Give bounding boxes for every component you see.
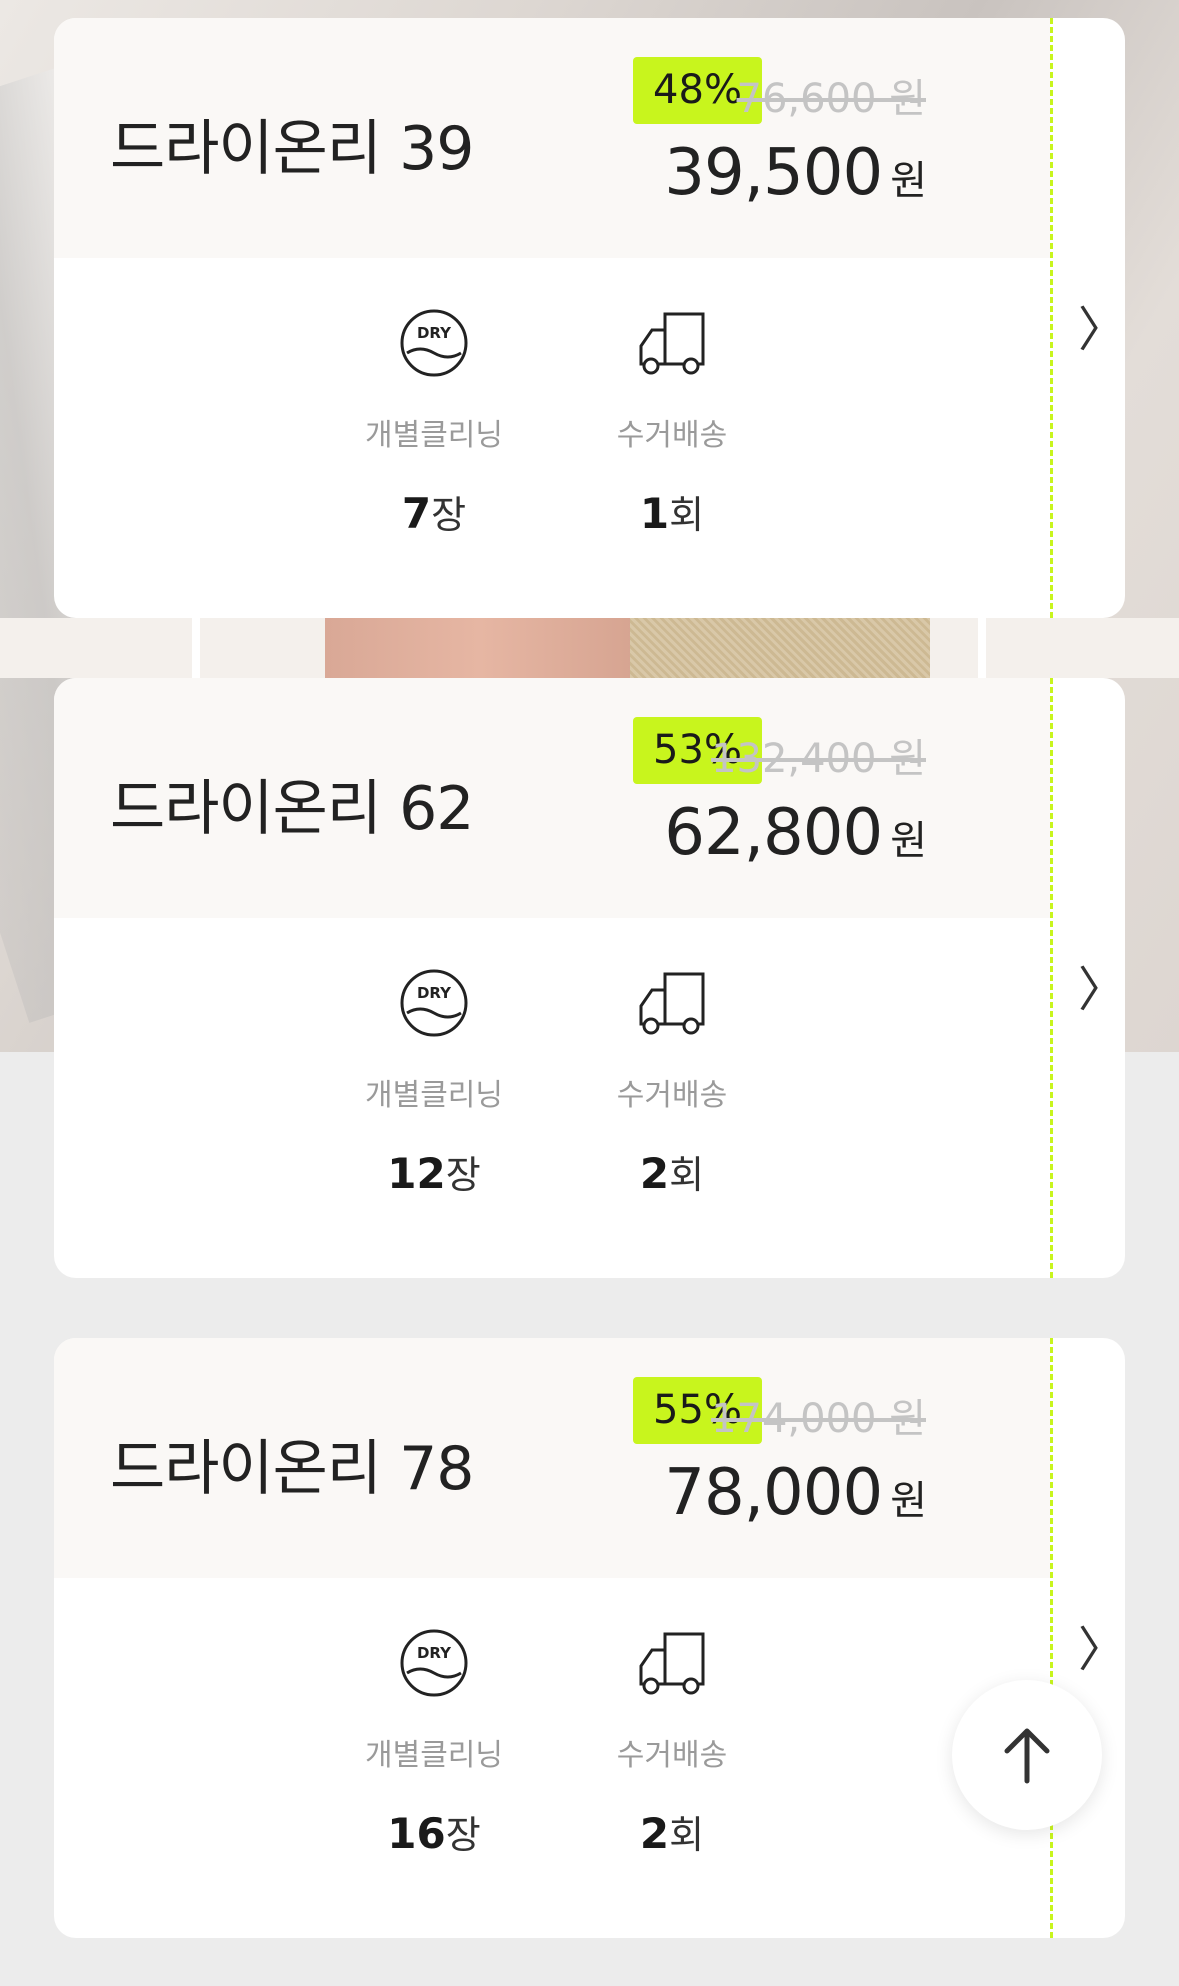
feature-label: 수거배송: [616, 1738, 728, 1773]
rack-post: [978, 618, 986, 678]
plan-card[interactable]: 드라이온리 78 55% 174,000 원 78,000 원 〉 DRY 개별클…: [54, 1338, 1125, 1938]
feature-count: 2회: [639, 1149, 705, 1198]
plan-name: 드라이온리 39: [110, 114, 474, 184]
feature-label: 수거배송: [616, 1078, 728, 1113]
feature-count: 1회: [639, 489, 705, 538]
plan-card[interactable]: 드라이온리 62 53% 132,400 원 62,800 원 〉 DRY 개별클…: [54, 678, 1125, 1278]
garment-linen: [630, 618, 930, 678]
original-price: 174,000 원: [711, 1396, 926, 1442]
delivery-truck-icon: [639, 972, 705, 1035]
currency-label: 원: [890, 1478, 927, 1524]
feature-label: 개별클리닝: [365, 1078, 503, 1113]
chevron-right-icon[interactable]: 〉: [1078, 950, 1125, 1020]
feature-delivery: 수거배송 2회: [572, 1628, 772, 1859]
sale-price: 39,500 원: [664, 136, 927, 210]
sale-price: 78,000 원: [664, 1456, 927, 1530]
feature-cleaning: DRY 개별클리닝 12장: [334, 968, 534, 1199]
sale-price-value: 39,500: [664, 136, 883, 210]
feature-count: 12장: [387, 1149, 481, 1198]
sale-price-value: 62,800: [664, 796, 883, 870]
scroll-top-button[interactable]: [952, 1680, 1102, 1830]
garment-pink: [325, 618, 635, 678]
dry-cleaning-icon: DRY: [400, 1629, 468, 1697]
svg-text:DRY: DRY: [417, 324, 452, 342]
plan-card-header: 드라이온리 39 48% 76,600 원 39,500 원: [54, 18, 1050, 258]
delivery-truck-icon: [639, 1632, 705, 1695]
plan-name: 드라이온리 78: [110, 1434, 474, 1504]
feature-cleaning: DRY 개별클리닝 7장: [334, 308, 534, 539]
feature-delivery: 수거배송 2회: [572, 968, 772, 1199]
feature-delivery: 수거배송 1회: [572, 308, 772, 539]
rack-post: [192, 618, 200, 678]
original-price: 76,600 원: [736, 76, 926, 122]
feature-label: 수거배송: [616, 418, 728, 453]
sale-price: 62,800 원: [664, 796, 927, 870]
original-price: 132,400 원: [711, 736, 926, 782]
feature-label: 개별클리닝: [365, 418, 503, 453]
svg-text:DRY: DRY: [417, 1644, 452, 1662]
dashed-divider: [1050, 18, 1053, 618]
currency-label: 원: [890, 818, 927, 864]
dry-cleaning-icon: DRY: [400, 969, 468, 1037]
dry-cleaning-icon: DRY: [400, 309, 468, 377]
svg-text:DRY: DRY: [417, 984, 452, 1002]
dashed-divider: [1050, 678, 1053, 1278]
feature-count: 7장: [401, 489, 467, 538]
plan-card-header: 드라이온리 78 55% 174,000 원 78,000 원: [54, 1338, 1050, 1578]
arrow-up-icon: [1004, 1728, 1050, 1784]
feature-count: 16장: [387, 1809, 481, 1858]
dashed-divider: [1050, 1338, 1053, 1938]
sale-price-value: 78,000: [664, 1456, 883, 1530]
plan-card[interactable]: 드라이온리 39 48% 76,600 원 39,500 원 〉 DRY 개별클리…: [54, 18, 1125, 618]
feature-label: 개별클리닝: [365, 1738, 503, 1773]
feature-count: 2회: [639, 1809, 705, 1858]
chevron-right-icon[interactable]: 〉: [1078, 290, 1125, 360]
chevron-right-icon[interactable]: 〉: [1078, 1610, 1125, 1680]
plan-card-header: 드라이온리 62 53% 132,400 원 62,800 원: [54, 678, 1050, 918]
currency-label: 원: [890, 158, 927, 204]
feature-cleaning: DRY 개별클리닝 16장: [334, 1628, 534, 1859]
plan-name: 드라이온리 62: [110, 774, 474, 844]
delivery-truck-icon: [639, 312, 705, 375]
